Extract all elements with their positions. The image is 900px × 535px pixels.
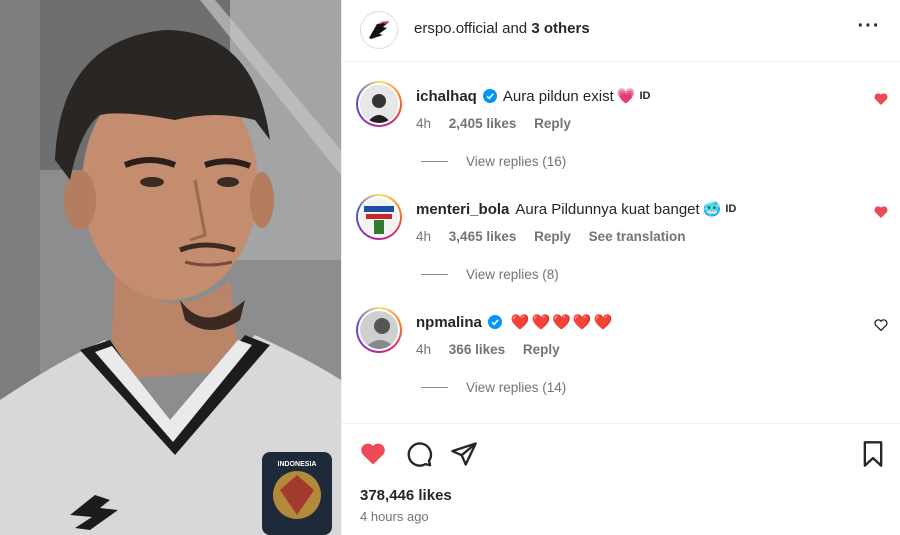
avatar-image [360,85,398,123]
comment-time: 4h [416,342,432,357]
save-bookmark-icon[interactable] [859,440,887,468]
reply-button[interactable]: Reply [534,116,571,131]
comment-body: Aura pildun exist [502,87,614,105]
comment-text-line: menteri_bola Aura Pildunnya kuat banget … [416,200,737,219]
avatar-image [360,311,398,349]
comment-meta: 4h 2,405 likes Reply [416,116,585,131]
comment-likes[interactable]: 3,465 likes [449,229,517,244]
player-photo: INDONESIA [0,0,341,535]
comment-text-line: ichalhaq Aura pildun exist 💗 ID [416,87,651,106]
comment-emoji: 🥶 [702,201,722,218]
comment-body: Aura Pildunnya kuat banget [515,200,700,218]
comment-time: 4h [416,116,432,131]
comment-avatar[interactable] [356,194,402,240]
view-replies-button[interactable]: View replies (14) [421,380,566,395]
author-avatar[interactable] [360,11,398,49]
collaborators-link[interactable]: 3 others [531,20,589,37]
more-options-button[interactable]: ··· [857,16,881,40]
view-replies-button[interactable]: View replies (16) [421,154,566,169]
post-timestamp: 4 hours ago [360,509,429,524]
comment-likes[interactable]: 366 likes [449,342,505,357]
comment-item: menteri_bola Aura Pildunnya kuat banget … [342,194,900,294]
comment-username[interactable]: ichalhaq [416,88,477,105]
view-replies-button[interactable]: View replies (8) [421,267,559,282]
comment-item: npmalina ❤️❤️❤️❤️❤️ 4h 366 likes Reply V… [342,307,900,407]
post-likes-count[interactable]: 378,446 likes [360,487,452,504]
comment-bubble-icon[interactable] [405,440,433,468]
comment-like-heart-icon[interactable] [873,91,889,107]
comment-likes[interactable]: 2,405 likes [449,116,517,131]
language-tag: ID [639,90,651,102]
comment-like-heart-icon[interactable] [873,204,889,220]
see-translation-button[interactable]: See translation [589,229,686,244]
comment-text-line: npmalina ❤️❤️❤️❤️❤️ [416,313,615,332]
author-suffix: and [502,20,528,37]
post-image[interactable]: INDONESIA [0,0,341,535]
comment-emoji: ❤️❤️❤️❤️❤️ [510,314,615,331]
comment-username[interactable]: npmalina [416,314,482,331]
verified-badge-icon [482,89,497,103]
comment-item: ichalhaq Aura pildun exist 💗 ID 4h 2,405… [342,81,900,181]
post-actions: 378,446 likes 4 hours ago [342,423,900,535]
replies-divider [421,387,448,388]
comment-username[interactable]: menteri_bola [416,201,509,218]
comment-avatar[interactable] [356,307,402,353]
comment-meta: 4h 366 likes Reply [416,342,574,357]
language-tag: ID [725,203,737,215]
post-header: erspo.official and 3 others ··· [342,0,900,62]
reply-button[interactable]: Reply [534,229,571,244]
badge-text: INDONESIA [278,461,317,468]
replies-divider [421,161,448,162]
view-replies-label: View replies (14) [466,380,567,395]
comment-meta: 4h 3,465 likes Reply See translation [416,229,699,244]
more-horizontal-icon: ··· [857,15,881,37]
avatar-image [360,198,398,236]
post-author-line: erspo.official and 3 others [414,20,590,37]
comment-like-heart-outline-icon[interactable] [873,317,889,333]
erspo-logo-icon [369,21,389,39]
reply-button[interactable]: Reply [523,342,560,357]
post-panel: erspo.official and 3 others ··· ichalhaq [341,0,900,535]
comment-avatar[interactable] [356,81,402,127]
view-replies-label: View replies (16) [466,154,567,169]
author-username[interactable]: erspo.official [414,20,498,37]
like-heart-icon[interactable] [359,440,387,468]
comment-time: 4h [416,229,432,244]
verified-badge-icon [487,315,502,329]
share-paper-plane-icon[interactable] [450,440,478,468]
comment-emoji: 💗 [616,88,636,105]
view-replies-label: View replies (8) [466,267,559,282]
replies-divider [421,274,448,275]
